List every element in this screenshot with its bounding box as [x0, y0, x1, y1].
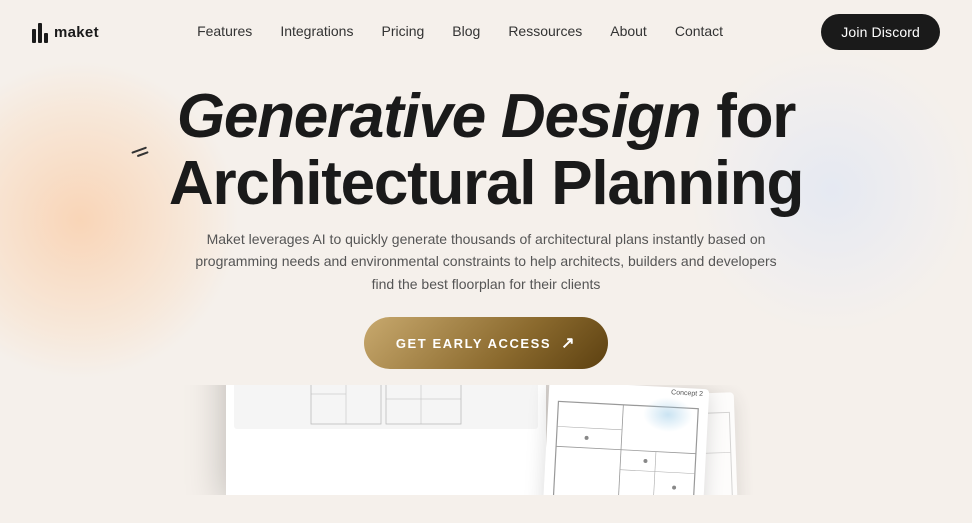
hero-title-for: for [716, 82, 795, 151]
hero-title: Generative Design for Architectural Plan… [40, 84, 932, 218]
hero-title-architectural: Architectural Planning [169, 149, 803, 218]
floor-plan-svg [234, 385, 538, 429]
navbar: maket Features Integrations Pricing Blog… [0, 0, 972, 64]
nav-links: Features Integrations Pricing Blog Resso… [197, 23, 723, 41]
laptop-mockup [226, 385, 546, 495]
floor-plan-area [234, 385, 538, 429]
nav-blog[interactable]: Blog [452, 23, 480, 39]
join-discord-button[interactable]: Join Discord [821, 14, 940, 50]
nav-integrations[interactable]: Integrations [280, 23, 353, 39]
logo-bar-1 [32, 29, 36, 43]
logo-icon [32, 21, 48, 43]
cta-label: GET EARLY ACCESS [396, 336, 551, 351]
hero-section: Generative Design for Architectural Plan… [0, 64, 972, 369]
nav-ressources[interactable]: Ressources [508, 23, 582, 39]
logo[interactable]: maket [32, 21, 99, 43]
nav-about[interactable]: About [610, 23, 647, 39]
laptop-screen [226, 385, 546, 495]
logo-bar-3 [44, 33, 48, 43]
nav-contact[interactable]: Contact [675, 23, 723, 39]
floor-plan-papers: Concept 2 [566, 385, 766, 495]
nav-pricing[interactable]: Pricing [381, 23, 424, 39]
preview-container: Concept 2 [0, 385, 972, 495]
logo-text: maket [54, 24, 99, 41]
laptop-content [226, 385, 546, 437]
hero-title-italic: Generative Design [177, 82, 700, 151]
logo-bar-2 [38, 23, 42, 43]
cta-arrow-icon: ↗ [561, 333, 576, 353]
get-early-access-button[interactable]: GET EARLY ACCESS ↗ [364, 317, 608, 369]
floor-plan-paper-front: Concept 2 [543, 385, 710, 495]
hero-subtitle: Maket leverages AI to quickly generate t… [186, 228, 786, 295]
nav-features[interactable]: Features [197, 23, 252, 39]
